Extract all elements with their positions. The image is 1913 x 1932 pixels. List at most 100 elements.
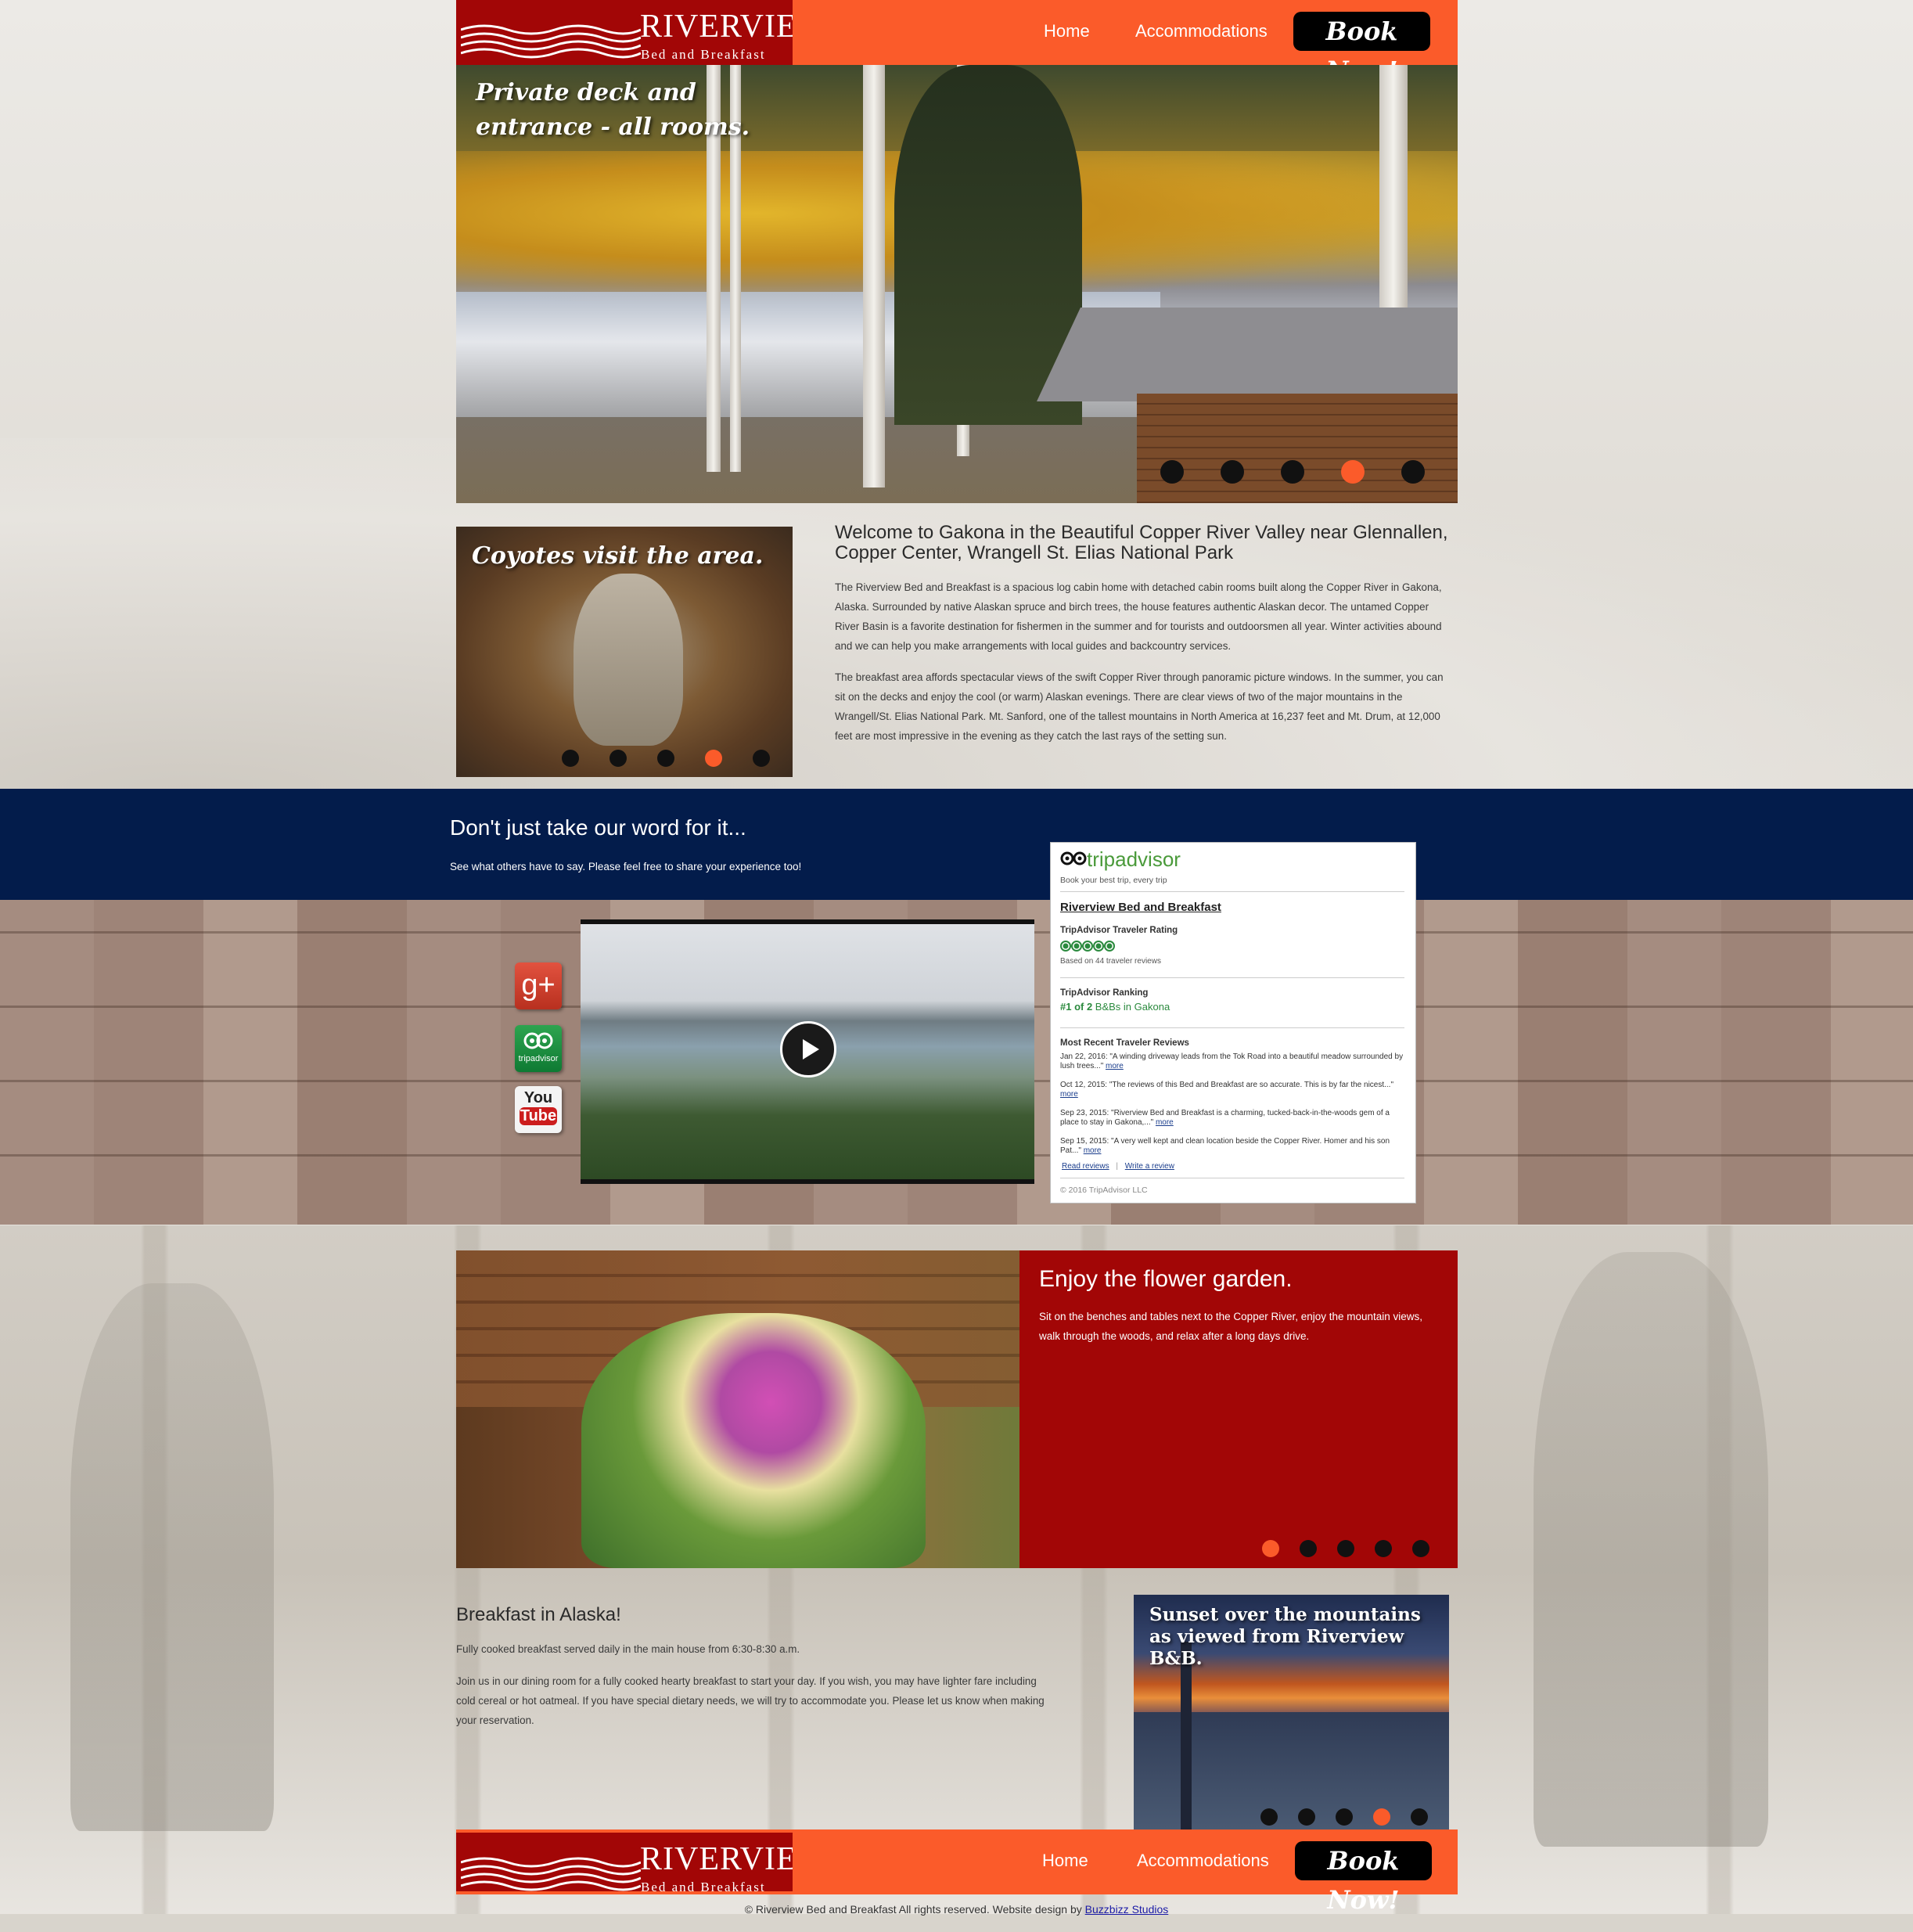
more-link[interactable]: more <box>1156 1118 1174 1127</box>
book-now-button[interactable]: Book Now! <box>1293 12 1430 85</box>
slide-dot[interactable] <box>609 750 627 767</box>
video-player[interactable] <box>581 919 1034 1184</box>
review-item: Sep 15, 2015: "A very well kept and clea… <box>1060 1137 1404 1156</box>
youtube-icon[interactable]: You Tube <box>515 1086 562 1133</box>
cabin-roof <box>1037 308 1458 401</box>
hero-caption: Private deck and entrance - all rooms. <box>476 79 750 141</box>
owl-icon <box>523 1032 553 1049</box>
flower-garden-image <box>456 1250 1019 1568</box>
footer-logo[interactable]: RIVERVIEW Bed and Breakfast <box>456 1833 793 1891</box>
google-plus-label: g+ <box>521 969 556 1002</box>
more-link[interactable]: more <box>1106 1062 1124 1070</box>
slide-dot-active[interactable] <box>1373 1808 1390 1826</box>
slide-dot[interactable] <box>562 750 579 767</box>
slide-dot[interactable] <box>1281 460 1304 484</box>
welcome-paragraph-2: The breakfast area affords spectacular v… <box>835 671 1444 742</box>
ranking-strong: #1 of 2 <box>1060 1001 1093 1013</box>
nav-accommodations[interactable]: Accommodations <box>1135 21 1268 41</box>
rating-heading: TripAdvisor Traveler Rating <box>1060 926 1178 935</box>
divider <box>1060 977 1404 978</box>
reviews-subtitle: See what others have to say. Please feel… <box>450 861 802 872</box>
ranking-heading: TripAdvisor Ranking <box>1060 988 1149 998</box>
breakfast-title: Breakfast in Alaska! <box>456 1604 621 1625</box>
slide-dot[interactable] <box>1160 460 1184 484</box>
review-text: Sep 23, 2015: "Riverview Bed and Breakfa… <box>1060 1109 1390 1127</box>
read-reviews-link[interactable]: Read reviews <box>1062 1162 1109 1171</box>
rating-bubbles <box>1060 940 1117 956</box>
site-header: RIVERVIEW Bed and Breakfast Home Accommo… <box>456 0 1458 85</box>
youtube-label-bottom: Tube <box>520 1107 557 1125</box>
more-link[interactable]: more <box>1084 1146 1102 1155</box>
slide-dot[interactable] <box>1412 1540 1429 1557</box>
business-name-link[interactable]: Riverview Bed and Breakfast <box>1060 901 1221 914</box>
logo-subtitle: Bed and Breakfast <box>641 1880 766 1891</box>
coyote-image <box>574 574 683 746</box>
slide-dot-active[interactable] <box>705 750 722 767</box>
rating-bubbles-icon <box>1060 941 1115 952</box>
tripadvisor-copyright: © 2016 TripAdvisor LLC <box>1060 1185 1148 1195</box>
youtube-label-top: You <box>523 1089 553 1106</box>
recent-reviews-heading: Most Recent Traveler Reviews <box>1060 1038 1189 1048</box>
cabin-wall <box>1137 394 1458 503</box>
review-item: Sep 23, 2015: "Riverview Bed and Breakfa… <box>1060 1109 1404 1128</box>
review-links: Read reviews | Write a review <box>1062 1162 1174 1171</box>
more-link[interactable]: more <box>1060 1090 1078 1099</box>
sunset-slideshow: Sunset over the mountains as viewed from… <box>1134 1595 1449 1829</box>
divider <box>1060 1027 1404 1028</box>
slide-dot[interactable] <box>1336 1808 1353 1826</box>
slide-dot[interactable] <box>1337 1540 1354 1557</box>
slide-dot[interactable] <box>1221 460 1244 484</box>
reviews-banner <box>0 789 1913 900</box>
slide-dot[interactable] <box>1401 460 1425 484</box>
based-on-text: Based on 44 traveler reviews <box>1060 957 1161 966</box>
tripadvisor-brand[interactable]: tripadvisor <box>1060 847 1181 872</box>
slide-dot-active[interactable] <box>1262 1540 1279 1557</box>
nav-home[interactable]: Home <box>1044 21 1090 41</box>
tree-trunk <box>1181 1642 1192 1829</box>
footer-book-now-button[interactable]: Book Now! <box>1295 1841 1432 1915</box>
hero-slideshow: Private deck and entrance - all rooms. <box>456 65 1458 503</box>
welcome-paragraph-1: The Riverview Bed and Breakfast is a spa… <box>835 581 1442 652</box>
slide-dot[interactable] <box>1300 1540 1317 1557</box>
site-logo[interactable]: RIVERVIEW Bed and Breakfast <box>456 0 793 65</box>
review-text: Oct 12, 2015: "The reviews of this Bed a… <box>1060 1081 1394 1089</box>
write-review-link[interactable]: Write a review <box>1125 1162 1174 1171</box>
brand-text: tripadvisor <box>1087 847 1181 871</box>
slide-dot[interactable] <box>1375 1540 1392 1557</box>
footer-nav-accommodations[interactable]: Accommodations <box>1137 1851 1269 1871</box>
slide-dot[interactable] <box>1411 1808 1428 1826</box>
slide-dot[interactable] <box>753 750 770 767</box>
tripadvisor-icon[interactable]: tripadvisor <box>515 1025 562 1072</box>
copyright: © Riverview Bed and Breakfast All rights… <box>0 1903 1913 1916</box>
reviews-title: Don't just take our word for it... <box>450 815 746 840</box>
background-pine <box>70 1283 274 1831</box>
logo-name: RIVERVIEW <box>640 9 793 45</box>
copyright-text: © Riverview Bed and Breakfast All rights… <box>744 1903 1085 1916</box>
link-separator: | <box>1116 1162 1118 1171</box>
play-icon[interactable] <box>780 1021 836 1078</box>
google-plus-icon[interactable]: g+ <box>515 962 562 1009</box>
waves-icon <box>461 24 641 59</box>
logo-subtitle: Bed and Breakfast <box>641 47 766 62</box>
review-item: Oct 12, 2015: "The reviews of this Bed a… <box>1060 1081 1404 1099</box>
ranking-value: #1 of 2 B&Bs in Gakona <box>1060 1001 1170 1013</box>
slide-dot[interactable] <box>1298 1808 1315 1826</box>
designer-link[interactable]: Buzzbizz Studios <box>1085 1903 1169 1916</box>
breakfast-paragraph-1: Fully cooked breakfast served daily in t… <box>456 1643 800 1655</box>
coyote-caption: Coyotes visit the area. <box>472 542 764 570</box>
slide-dot[interactable] <box>657 750 674 767</box>
review-item: Jan 22, 2016: "A winding driveway leads … <box>1060 1052 1404 1071</box>
tripadvisor-tagline: Book your best trip, every trip <box>1060 876 1167 885</box>
review-text: Sep 15, 2015: "A very well kept and clea… <box>1060 1137 1390 1155</box>
footer-nav-home[interactable]: Home <box>1042 1851 1088 1871</box>
sunset-caption: Sunset over the mountains as viewed from… <box>1149 1604 1421 1669</box>
slide-dot[interactable] <box>1260 1808 1278 1826</box>
owl-icon <box>1060 851 1087 865</box>
waves-icon <box>461 1857 641 1891</box>
tripadvisor-label: tripadvisor <box>518 1054 559 1063</box>
welcome-title: Welcome to Gakona in the Beautiful Coppe… <box>835 522 1448 563</box>
tripadvisor-widget: tripadvisor Book your best trip, every t… <box>1050 842 1416 1203</box>
background-pine <box>1534 1252 1768 1847</box>
logo-name: RIVERVIEW <box>640 1841 793 1877</box>
slide-dot-active[interactable] <box>1341 460 1365 484</box>
